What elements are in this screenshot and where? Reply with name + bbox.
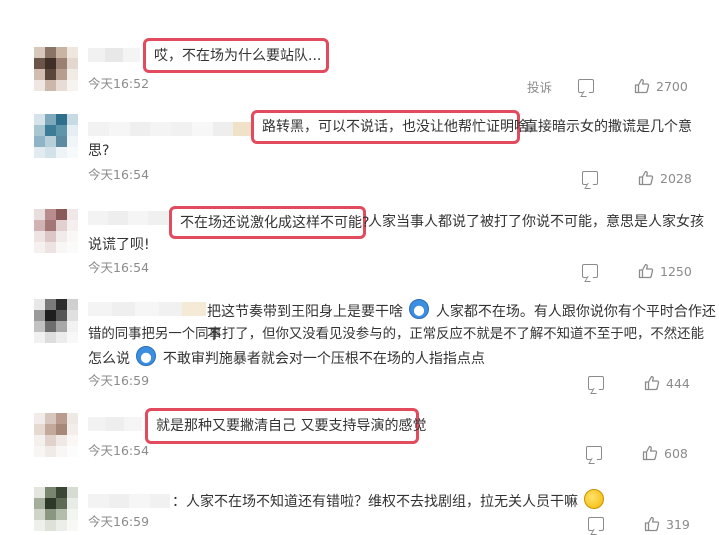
avatar[interactable]	[34, 413, 78, 457]
comment-item: 路转黑，可以不说话，也没让他帮忙证明啥， 直接暗示女的撒谎是几个意 思? 今天1…	[0, 95, 719, 195]
thumbs-up-icon[interactable]	[644, 375, 660, 391]
username-blurred[interactable]	[88, 494, 170, 508]
comment-text-line: ：人家不在场不知道还有错啦？维权不去找剧组，拉无关人员干嘛	[172, 489, 606, 514]
highlighted-comment-text: 路转黑，可以不说话，也没让他帮忙证明啥，	[251, 110, 542, 144]
thumbs-up-icon[interactable]	[642, 445, 658, 461]
comment-time: 今天16:59	[88, 514, 150, 529]
comment-time: 今天16:54	[88, 260, 150, 275]
like-count: 1250	[660, 263, 692, 279]
highlighted-comment-text: 哎，不在场为什么要站队...	[143, 38, 329, 73]
comment-bubble-icon[interactable]	[588, 517, 604, 531]
comment-bubble-icon[interactable]	[588, 376, 604, 390]
comment-time: 今天16:54	[88, 443, 150, 458]
comment-text-line: 说谎了呗!	[88, 237, 150, 253]
like-count: 319	[666, 516, 690, 532]
comment-actions: 投诉 2700	[527, 77, 688, 95]
comment-item: 就是那种又要撇清自己 又要支持导演的感觉 今天16:54 608	[0, 395, 719, 475]
comment-text-line: 人家当事人都说了被打了你说不可能，意思是人家女孩	[368, 214, 704, 230]
like-count: 2700	[656, 78, 688, 94]
comment-actions: 444	[588, 374, 690, 392]
comment-text-line: 思?	[88, 143, 110, 159]
thumbs-up-icon[interactable]	[644, 516, 660, 532]
doraemon-emoji-icon	[136, 346, 157, 366]
username-blurred[interactable]	[88, 302, 206, 316]
report-button[interactable]: 投诉	[527, 77, 552, 96]
comment-text-line: 直接暗示女的撒谎是几个意	[524, 119, 692, 135]
comment-bubble-icon[interactable]	[582, 264, 598, 278]
avatar[interactable]	[34, 47, 78, 91]
avatar[interactable]	[34, 114, 78, 158]
thumbs-up-icon[interactable]	[638, 170, 654, 186]
comment-actions: 608	[586, 444, 688, 462]
comment-item: 不在场还说激化成这样不可能? 人家当事人都说了被打了你说不可能，意思是人家女孩 …	[0, 195, 719, 285]
comment-time: 今天16:59	[88, 373, 150, 388]
comment-text-line: 怎么说 不敢审判施暴者就会对一个压根不在场的人指指点点	[88, 346, 485, 371]
highlighted-comment-text: 就是那种又要撇清自己 又要支持导演的感觉	[145, 408, 426, 444]
username-blurred[interactable]	[88, 122, 254, 136]
comment-actions: 2028	[582, 169, 692, 187]
thumbs-up-icon[interactable]	[634, 78, 650, 94]
avatar[interactable]	[34, 487, 78, 531]
avatar[interactable]	[34, 299, 78, 343]
username-blurred[interactable]	[88, 48, 140, 62]
comment-actions: 1250	[582, 262, 692, 280]
comment-time: 今天16:54	[88, 167, 150, 182]
comment-actions: 319	[588, 515, 690, 533]
username-blurred[interactable]	[88, 417, 142, 431]
comment-item: 哎，不在场为什么要站队... 今天16:52 投诉 2700	[0, 0, 719, 95]
comment-item: 把这节奏带到王阳身上是要干啥 人家都不在场。有人跟你说你有个平时合作还不 错的同…	[0, 285, 719, 395]
comment-text-segment: 不敢审判施暴者就会对一个压根不在场的人指指点点	[162, 351, 485, 367]
comment-time: 今天16:52	[88, 76, 150, 91]
comment-bubble-icon[interactable]	[586, 446, 602, 460]
thumbs-up-icon[interactable]	[638, 263, 654, 279]
like-count: 608	[664, 445, 688, 461]
comment-text-segment: 把这节奏带到王阳身上是要干啥	[207, 304, 403, 320]
thinking-emoji-icon	[584, 489, 605, 509]
highlighted-comment-text: 不在场还说激化成这样不可能?	[169, 206, 369, 239]
comment-item: ：人家不在场不知道还有错啦？维权不去找剧组，拉无关人员干嘛 今天16:59 31…	[0, 475, 719, 534]
avatar[interactable]	[34, 209, 78, 253]
comment-text-segment: 怎么说	[88, 351, 130, 367]
comment-text-line: 错的同事把另一个同事打了，但你又没看见没参与的，正常反应不就是不了解不知道不至于…	[88, 327, 704, 342]
comment-bubble-icon[interactable]	[578, 79, 595, 93]
like-count: 444	[666, 375, 690, 391]
comment-bubble-icon[interactable]	[582, 171, 598, 185]
like-count: 2028	[660, 170, 692, 186]
doraemon-emoji-icon	[409, 299, 430, 319]
username-blurred[interactable]	[88, 211, 168, 225]
comment-text-segment: ：人家不在场不知道还有错啦？维权不去找剧组，拉无关人员干嘛	[172, 494, 578, 510]
